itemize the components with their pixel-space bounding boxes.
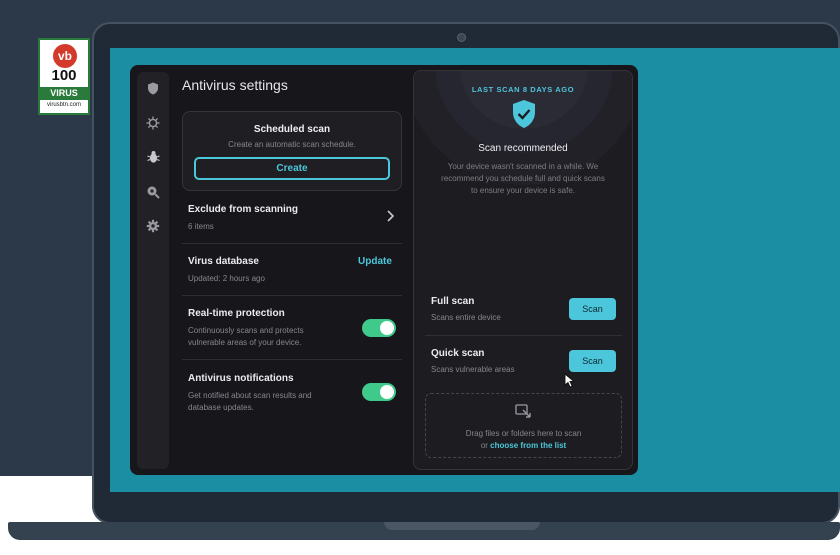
status-line3: to ensure your device is safe. (470, 186, 576, 195)
divider (182, 359, 402, 360)
drop-zone-text: Drag files or folders here to scan or ch… (426, 428, 621, 452)
realtime-protection-title: Real-time protection (188, 308, 285, 319)
virus-icon[interactable] (145, 115, 161, 131)
drop-zone[interactable]: Drag files or folders here to scan or ch… (425, 393, 622, 458)
full-scan-title: Full scan (431, 296, 475, 307)
divider (182, 243, 402, 244)
vb100-badge: vb 100 VIRUS virusbtn.com (38, 38, 90, 115)
gear-icon[interactable] (145, 218, 161, 234)
camera-icon (457, 33, 466, 42)
drop-instructions: Drag files or folders here to scan (465, 429, 582, 438)
exclude-row[interactable]: Exclude from scanning 6 items (188, 204, 403, 233)
toggle-knob (380, 321, 394, 335)
bug-icon[interactable] (140, 144, 166, 170)
quick-scan-button[interactable]: Scan (569, 350, 616, 372)
scheduled-scan-card: Scheduled scan Create an automatic scan … (182, 111, 402, 191)
create-schedule-button[interactable]: Create (194, 157, 390, 180)
choose-from-list-link[interactable]: choose from the list (490, 441, 566, 450)
exclude-title: Exclude from scanning (188, 204, 299, 215)
sidebar (137, 72, 169, 469)
full-scan-subtitle: Scans entire device (431, 313, 501, 322)
mouse-cursor-icon (564, 373, 575, 388)
scan-recommended-text: Your device wasn't scanned in a while. W… (428, 161, 618, 197)
virus-database-subtitle: Updated: 2 hours ago (188, 274, 265, 283)
last-scan-label: LAST SCAN 8 DAYS AGO (471, 85, 575, 94)
realtime-protection-toggle[interactable] (362, 319, 396, 337)
scan-recommended-title: Scan recommended (478, 143, 568, 154)
exclude-subtitle: 6 items (188, 222, 214, 231)
vb-logo: vb (53, 44, 77, 68)
scheduled-scan-title: Scheduled scan (253, 124, 331, 135)
quick-scan-subtitle: Scans vulnerable areas (431, 365, 515, 374)
shield-check-icon (513, 100, 535, 128)
vb-category: VIRUS (40, 87, 88, 100)
update-database-link[interactable]: Update (358, 256, 392, 267)
laptop-base-notch (384, 522, 540, 530)
realtime-subtitle-line1: Continuously scans and protects (188, 326, 304, 335)
notifications-subtitle-line1: Get notified about scan results and (188, 391, 312, 400)
divider (425, 335, 622, 336)
scheduled-scan-subtitle: Create an automatic scan schedule. (228, 140, 356, 149)
status-line1: Your device wasn't scanned in a while. W… (447, 162, 599, 171)
chevron-right-icon[interactable] (385, 209, 395, 223)
drop-prefix: or (480, 441, 488, 450)
search-bug-icon[interactable] (145, 184, 161, 200)
realtime-subtitle-line2: vulnerable areas of your device. (188, 338, 302, 347)
notifications-subtitle-line2: database updates. (188, 403, 254, 412)
scan-panel: LAST SCAN 8 DAYS AGO Scan recommended Yo… (413, 70, 633, 470)
antivirus-notifications-toggle[interactable] (362, 383, 396, 401)
page-title: Antivirus settings (182, 77, 288, 93)
shield-icon[interactable] (145, 80, 161, 96)
drop-file-icon (515, 404, 531, 418)
full-scan-button[interactable]: Scan (569, 298, 616, 320)
vb-site: virusbtn.com (46, 102, 81, 108)
toggle-knob (380, 385, 394, 399)
status-line2: recommend you schedule full and quick sc… (441, 174, 605, 183)
vb-score: 100 (51, 67, 77, 84)
divider (182, 295, 402, 296)
quick-scan-title: Quick scan (431, 348, 485, 359)
